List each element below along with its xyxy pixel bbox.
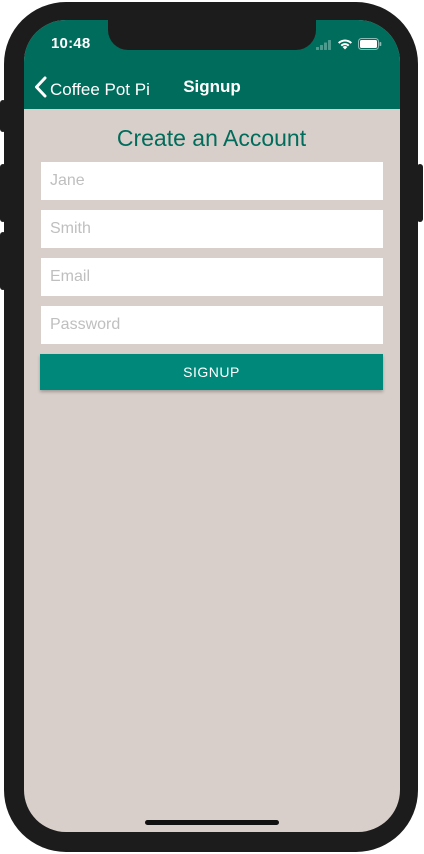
- nav-title: Signup: [183, 77, 241, 96]
- volume-down-button: [0, 232, 6, 290]
- email-field[interactable]: [41, 258, 383, 296]
- status-icons: [316, 37, 382, 55]
- last-name-field[interactable]: [41, 210, 383, 248]
- form-heading: Create an Account: [116, 125, 307, 151]
- wifi-icon: [337, 37, 353, 55]
- signup-form: Create an Account SIGNUP: [40, 123, 383, 390]
- first-name-field[interactable]: [41, 162, 383, 200]
- password-field[interactable]: [41, 306, 383, 344]
- home-indicator[interactable]: [145, 820, 279, 825]
- battery-icon: [358, 37, 382, 55]
- navigation-bar: 10:48 Coffee Pot Pi Signup: [24, 20, 400, 109]
- notch: [108, 20, 316, 50]
- mute-switch: [0, 100, 6, 132]
- status-time: 10:48: [51, 35, 91, 52]
- volume-up-button: [0, 164, 6, 222]
- signup-button[interactable]: SIGNUP: [40, 354, 383, 390]
- app-screen: 10:48 Coffee Pot Pi Signup Create an Acc…: [24, 20, 400, 832]
- power-button: [417, 164, 423, 222]
- cellular-signal-icon: [316, 37, 332, 55]
